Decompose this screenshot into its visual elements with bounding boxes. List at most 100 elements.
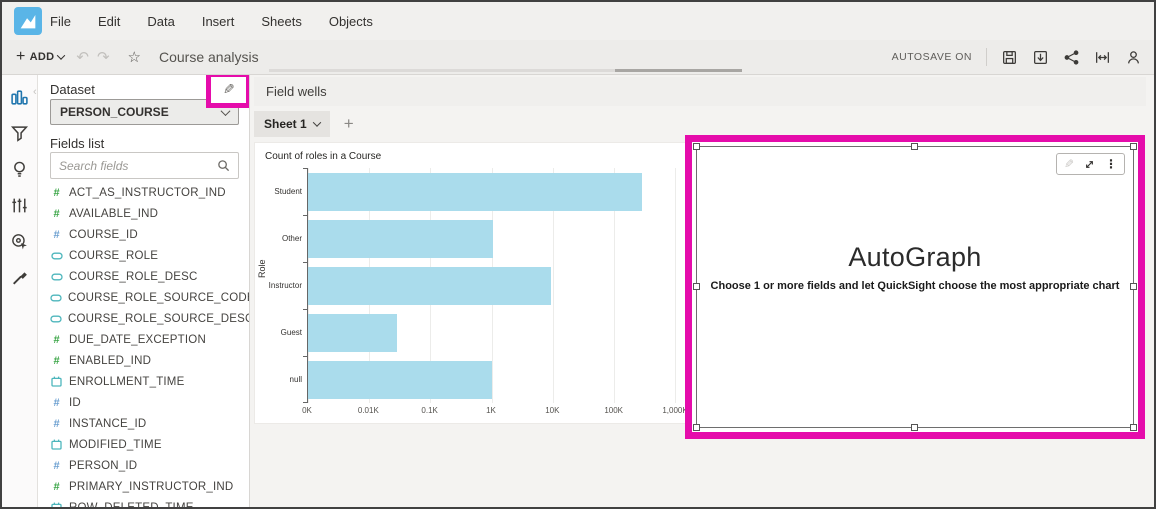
field-item[interactable]: MODIFIED_TIME xyxy=(38,434,249,455)
field-label: ACT_AS_INSTRUCTOR_IND xyxy=(69,187,226,199)
field-item[interactable]: # ENABLED_IND xyxy=(38,350,249,371)
quicksight-window: FileEditDataInsertSheetsObjects + ADD ↶ … xyxy=(0,0,1156,509)
user-icon[interactable] xyxy=(1125,49,1142,66)
field-item[interactable]: # ACT_AS_INSTRUCTOR_IND xyxy=(38,182,249,203)
field-wells-label: Field wells xyxy=(266,84,327,99)
x-tick-label: 10K xyxy=(545,406,559,415)
autograph-title: AutoGraph xyxy=(697,242,1133,273)
add-button[interactable]: + ADD xyxy=(16,49,64,65)
analysis-title[interactable]: Course analysis xyxy=(159,49,259,65)
star-icon[interactable]: ☆ xyxy=(128,48,141,66)
undo-icon[interactable]: ↶ xyxy=(76,48,89,66)
field-item[interactable]: ENROLLMENT_TIME xyxy=(38,371,249,392)
field-item[interactable]: COURSE_ROLE_DESC xyxy=(38,266,249,287)
resize-handle[interactable] xyxy=(1130,143,1137,150)
edit-dataset-pencil-icon[interactable]: ✎ xyxy=(223,82,235,98)
resize-handle[interactable] xyxy=(693,424,700,431)
x-tick-label: 0K xyxy=(302,406,312,415)
themes-icon[interactable] xyxy=(10,267,30,287)
field-label: COURSE_ROLE_DESC xyxy=(69,271,197,283)
resize-handle[interactable] xyxy=(693,143,700,150)
export-icon[interactable] xyxy=(1032,49,1049,66)
quicksight-logo-icon[interactable] xyxy=(14,7,42,35)
field-label: ENABLED_IND xyxy=(69,355,151,367)
field-item[interactable]: #COURSE_ID xyxy=(38,224,249,245)
field-item[interactable]: #PRIMARY_INSTRUCTOR_IND xyxy=(38,476,249,497)
chart-title: Count of roles in a Course xyxy=(255,143,685,162)
resize-handle[interactable] xyxy=(1130,424,1137,431)
datetime-field-icon xyxy=(50,376,63,387)
y-axis-label: Role xyxy=(257,259,267,278)
resize-handle[interactable] xyxy=(911,143,918,150)
bar-rows: StudentOtherInstructorGuestnull xyxy=(308,168,675,403)
x-tick-label: 1K xyxy=(486,406,496,415)
field-item[interactable]: #AVAILABLE_IND xyxy=(38,203,249,224)
x-tick-label: 100K xyxy=(604,406,623,415)
category-label: Guest xyxy=(258,328,302,337)
field-label: AVAILABLE_IND xyxy=(69,208,158,220)
field-item[interactable]: #INSTANCE_ID xyxy=(38,413,249,434)
field-label: ENROLLMENT_TIME xyxy=(69,376,184,388)
menu-item-data[interactable]: Data xyxy=(147,14,174,29)
bar-row: Student xyxy=(308,168,675,215)
dimension-number-icon: # xyxy=(50,397,63,409)
bar-null[interactable] xyxy=(308,361,492,399)
field-item[interactable]: #ID xyxy=(38,392,249,413)
add-sheet-button[interactable]: + xyxy=(344,114,354,134)
field-item[interactable]: COURSE_ROLE xyxy=(38,245,249,266)
menu-item-edit[interactable]: Edit xyxy=(98,14,120,29)
parameters-icon[interactable] xyxy=(10,195,30,215)
bar-chart-visual[interactable]: Count of roles in a Course Role StudentO… xyxy=(254,142,686,424)
field-item[interactable]: COURSE_ROLE_SOURCE_CODE xyxy=(38,287,249,308)
string-field-icon xyxy=(50,314,62,324)
search-fields-input[interactable]: Search fields xyxy=(50,152,239,179)
analysis-canvas: Field wells Sheet 1 + Count of roles in … xyxy=(250,75,1154,507)
visualize-icon[interactable] xyxy=(10,87,30,107)
menu-item-objects[interactable]: Objects xyxy=(329,14,373,29)
insights-icon[interactable] xyxy=(10,159,30,179)
dataset-select-value: PERSON_COURSE xyxy=(60,105,169,119)
resize-handle[interactable] xyxy=(911,424,918,431)
menu-kebab-icon[interactable]: ⋮ xyxy=(1105,157,1117,171)
field-item[interactable]: #PERSON_ID xyxy=(38,455,249,476)
autograph-visual[interactable]: ✎ ⋮ AutoGraph Choose 1 or more fields an… xyxy=(696,146,1134,428)
bar-instructor[interactable] xyxy=(308,267,551,305)
measure-number-icon: # xyxy=(50,355,63,367)
field-item[interactable]: COURSE_ROLE_SOURCE_DESC xyxy=(38,308,249,329)
bar-guest[interactable] xyxy=(308,314,397,352)
edit-visual-pencil-icon[interactable]: ✎ xyxy=(1064,157,1074,171)
field-item[interactable]: ROW_DELETED_TIME xyxy=(38,497,249,507)
filter-icon[interactable] xyxy=(10,123,30,143)
sheet-tab-label: Sheet 1 xyxy=(264,117,307,131)
datetime-field-icon xyxy=(50,502,63,507)
tab-sheet-1[interactable]: Sheet 1 xyxy=(254,111,330,137)
category-label: Instructor xyxy=(258,281,302,290)
expand-icon[interactable] xyxy=(1083,158,1096,171)
dimension-number-icon: # xyxy=(50,460,63,472)
redo-icon[interactable]: ↷ xyxy=(97,48,110,66)
x-tick-label: 1,000K xyxy=(662,406,687,415)
actions-icon[interactable] xyxy=(10,231,30,251)
scrollbar-thumb[interactable] xyxy=(615,69,742,72)
sheet-tabs: Sheet 1 + xyxy=(254,111,354,137)
save-icon[interactable] xyxy=(1001,49,1018,66)
measure-number-icon: # xyxy=(50,481,63,493)
search-icon xyxy=(217,159,230,172)
bar-row: null xyxy=(308,356,675,403)
menu-item-insert[interactable]: Insert xyxy=(202,14,235,29)
fit-width-icon[interactable] xyxy=(1094,49,1111,66)
field-item[interactable]: #DUE_DATE_EXCEPTION xyxy=(38,329,249,350)
menu-item-file[interactable]: File xyxy=(50,14,71,29)
measure-number-icon: # xyxy=(50,187,63,199)
field-wells-bar[interactable]: Field wells xyxy=(254,77,1146,106)
share-icon[interactable] xyxy=(1063,49,1080,66)
field-label: COURSE_ROLE_SOURCE_DESC xyxy=(68,313,249,325)
bar-other[interactable] xyxy=(308,220,493,258)
bar-student[interactable] xyxy=(308,173,642,211)
string-field-icon xyxy=(50,272,63,282)
menu-item-sheets[interactable]: Sheets xyxy=(261,14,301,29)
collapse-panel-icon[interactable]: ‹ xyxy=(33,86,37,98)
category-label: Other xyxy=(258,234,302,243)
bar-row: Guest xyxy=(308,309,675,356)
x-tick-label: 0.01K xyxy=(358,406,379,415)
